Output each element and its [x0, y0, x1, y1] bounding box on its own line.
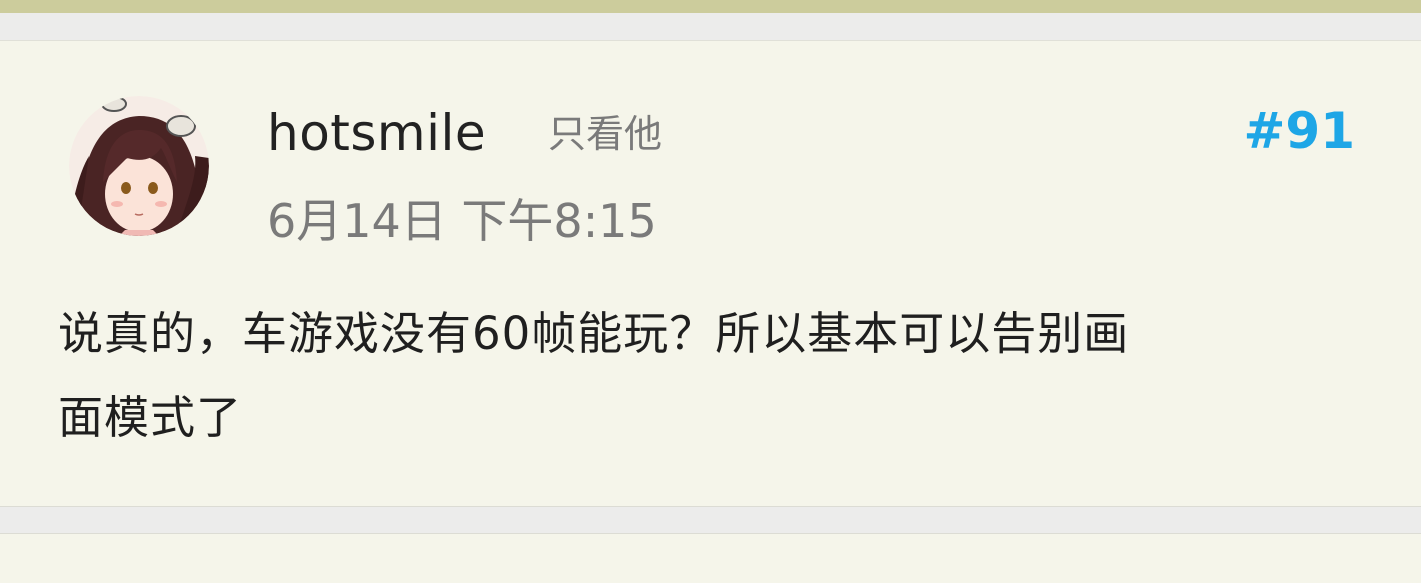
previous-card-edge	[0, 0, 1421, 40]
next-post-card	[0, 533, 1421, 583]
floor-number: #91	[1243, 102, 1355, 160]
post-timestamp: 6月14日 下午8:15	[267, 194, 657, 248]
only-view-author-button[interactable]: 只看他	[548, 111, 662, 157]
toolbar-bottom-edge	[0, 0, 1421, 13]
avatar-image	[69, 96, 209, 236]
post-content: 说真的，车游戏没有60帧能玩？所以基本可以告别画 面模式了	[58, 307, 1130, 444]
avatar[interactable]	[69, 96, 209, 236]
username[interactable]: hotsmile	[267, 103, 486, 163]
